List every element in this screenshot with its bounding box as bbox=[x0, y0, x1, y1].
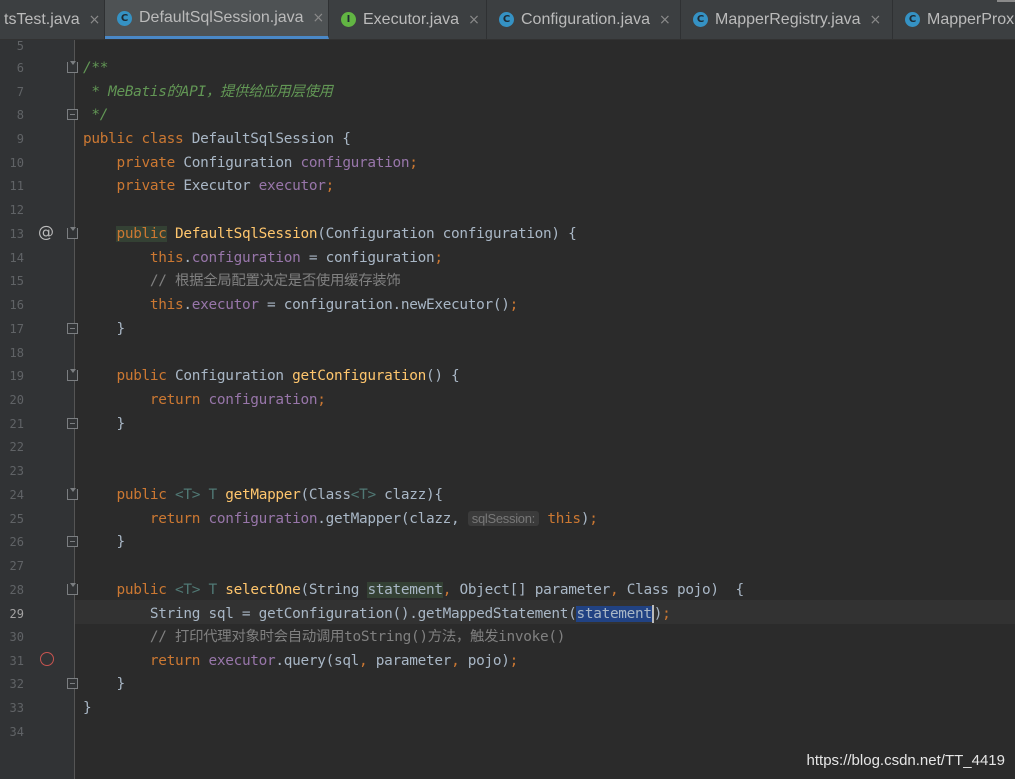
tab-label: MapperProx bbox=[927, 10, 1015, 28]
code-line[interactable]: // 根据全局配置决定是否使用缓存装饰 bbox=[83, 269, 401, 293]
code-line[interactable]: * MeBatis的API，提供给应用层使用 bbox=[83, 80, 333, 104]
line-number: 15 bbox=[9, 274, 24, 288]
fold-icon[interactable] bbox=[67, 583, 78, 595]
line-number: 34 bbox=[9, 725, 24, 739]
line-number: 20 bbox=[9, 393, 24, 407]
class-icon: C bbox=[499, 12, 514, 27]
close-icon[interactable]: × bbox=[313, 10, 325, 26]
code-line[interactable]: /** bbox=[83, 56, 108, 80]
line-number: 19 bbox=[9, 369, 24, 383]
close-icon[interactable]: × bbox=[659, 12, 671, 28]
code-line[interactable]: } bbox=[83, 530, 125, 554]
line-number: 14 bbox=[9, 251, 24, 265]
code-line[interactable]: } bbox=[83, 317, 125, 341]
line-number: 10 bbox=[9, 156, 24, 170]
line-number: 11 bbox=[9, 179, 24, 193]
line-number: 26 bbox=[9, 535, 24, 549]
fold-icon[interactable] bbox=[67, 109, 78, 120]
tab-label: tsTest.java bbox=[4, 10, 80, 28]
fold-icon[interactable] bbox=[67, 678, 78, 689]
line-number: 12 bbox=[9, 203, 24, 217]
selected-text[interactable]: statement bbox=[576, 606, 652, 622]
code-line[interactable]: } bbox=[83, 412, 125, 436]
fold-icon[interactable] bbox=[67, 369, 78, 381]
code-line[interactable]: // 打印代理对象时会自动调用toString()方法，触发invoke() bbox=[83, 625, 565, 649]
fold-icon[interactable] bbox=[67, 323, 78, 334]
close-icon[interactable]: × bbox=[89, 12, 101, 28]
line-number: 8 bbox=[16, 108, 24, 122]
line-number: 28 bbox=[9, 583, 24, 597]
line-number: 13 bbox=[9, 227, 24, 241]
line-number: 23 bbox=[9, 464, 24, 478]
code-line[interactable]: return configuration.getMapper(clazz, sq… bbox=[83, 507, 598, 531]
class-icon: C bbox=[693, 12, 708, 27]
parameter-hint: sqlSession: bbox=[467, 511, 539, 526]
line-number: 6 bbox=[16, 61, 24, 75]
override-at-icon[interactable]: @ bbox=[38, 222, 54, 241]
class-icon: C bbox=[905, 12, 920, 27]
line-number: 33 bbox=[9, 701, 24, 715]
window-edge-indicator bbox=[997, 0, 1015, 2]
close-icon[interactable]: × bbox=[468, 12, 480, 28]
tab-label: MapperRegistry.java bbox=[715, 10, 861, 28]
line-number: 30 bbox=[9, 630, 24, 644]
class-icon: C bbox=[117, 10, 132, 26]
code-line[interactable]: public <T> T selectOne(String statement,… bbox=[83, 578, 744, 602]
tab-label: Executor.java bbox=[363, 10, 460, 28]
line-number: 32 bbox=[9, 677, 24, 691]
code-line[interactable]: private Executor executor; bbox=[83, 174, 334, 198]
code-line[interactable]: public class DefaultSqlSession { bbox=[83, 127, 351, 151]
line-number: 7 bbox=[16, 85, 24, 99]
fold-icon[interactable] bbox=[67, 418, 78, 429]
close-icon[interactable]: × bbox=[870, 12, 882, 28]
line-number: 9 bbox=[16, 132, 24, 146]
fold-icon[interactable] bbox=[67, 536, 78, 547]
code-line[interactable]: this.executor = configuration.newExecuto… bbox=[83, 293, 518, 317]
code-line[interactable]: this.configuration = configuration; bbox=[83, 246, 443, 270]
tab-label: Configuration.java bbox=[521, 10, 650, 28]
line-number: 18 bbox=[9, 346, 24, 360]
interface-icon: I bbox=[341, 12, 356, 27]
code-line[interactable]: private Configuration configuration; bbox=[83, 151, 417, 175]
line-number: 21 bbox=[9, 417, 24, 431]
line-number: 17 bbox=[9, 322, 24, 336]
line-number: 31 bbox=[9, 654, 24, 668]
code-line[interactable]: return executor.query(sql, parameter, po… bbox=[83, 649, 518, 673]
line-number: 22 bbox=[9, 440, 24, 454]
line-number: 27 bbox=[9, 559, 24, 573]
line-number-current: 29 bbox=[9, 607, 24, 621]
code-line[interactable]: return configuration; bbox=[83, 388, 326, 412]
code-line[interactable]: } bbox=[83, 672, 125, 696]
fold-icon[interactable] bbox=[67, 227, 78, 239]
watermark-text: https://blog.csdn.net/TT_4419 bbox=[806, 752, 1005, 769]
code-line[interactable]: public Configuration getConfiguration() … bbox=[83, 364, 459, 388]
line-number: 24 bbox=[9, 488, 24, 502]
line-number: 25 bbox=[9, 512, 24, 526]
fold-icon[interactable] bbox=[67, 488, 78, 500]
code-line-current[interactable]: String sql = getConfiguration().getMappe… bbox=[83, 602, 671, 626]
line-number: 16 bbox=[9, 298, 24, 312]
fold-icon[interactable] bbox=[67, 61, 78, 73]
code-line[interactable]: public DefaultSqlSession(Configuration c… bbox=[83, 222, 577, 246]
code-line[interactable]: } bbox=[83, 696, 92, 720]
line-number: 5 bbox=[16, 39, 24, 53]
code-line[interactable]: public <T> T getMapper(Class<T> clazz){ bbox=[83, 483, 443, 507]
tab-label: DefaultSqlSession.java bbox=[139, 9, 304, 26]
breakpoint-icon[interactable] bbox=[40, 652, 54, 666]
code-line[interactable]: */ bbox=[83, 103, 108, 127]
